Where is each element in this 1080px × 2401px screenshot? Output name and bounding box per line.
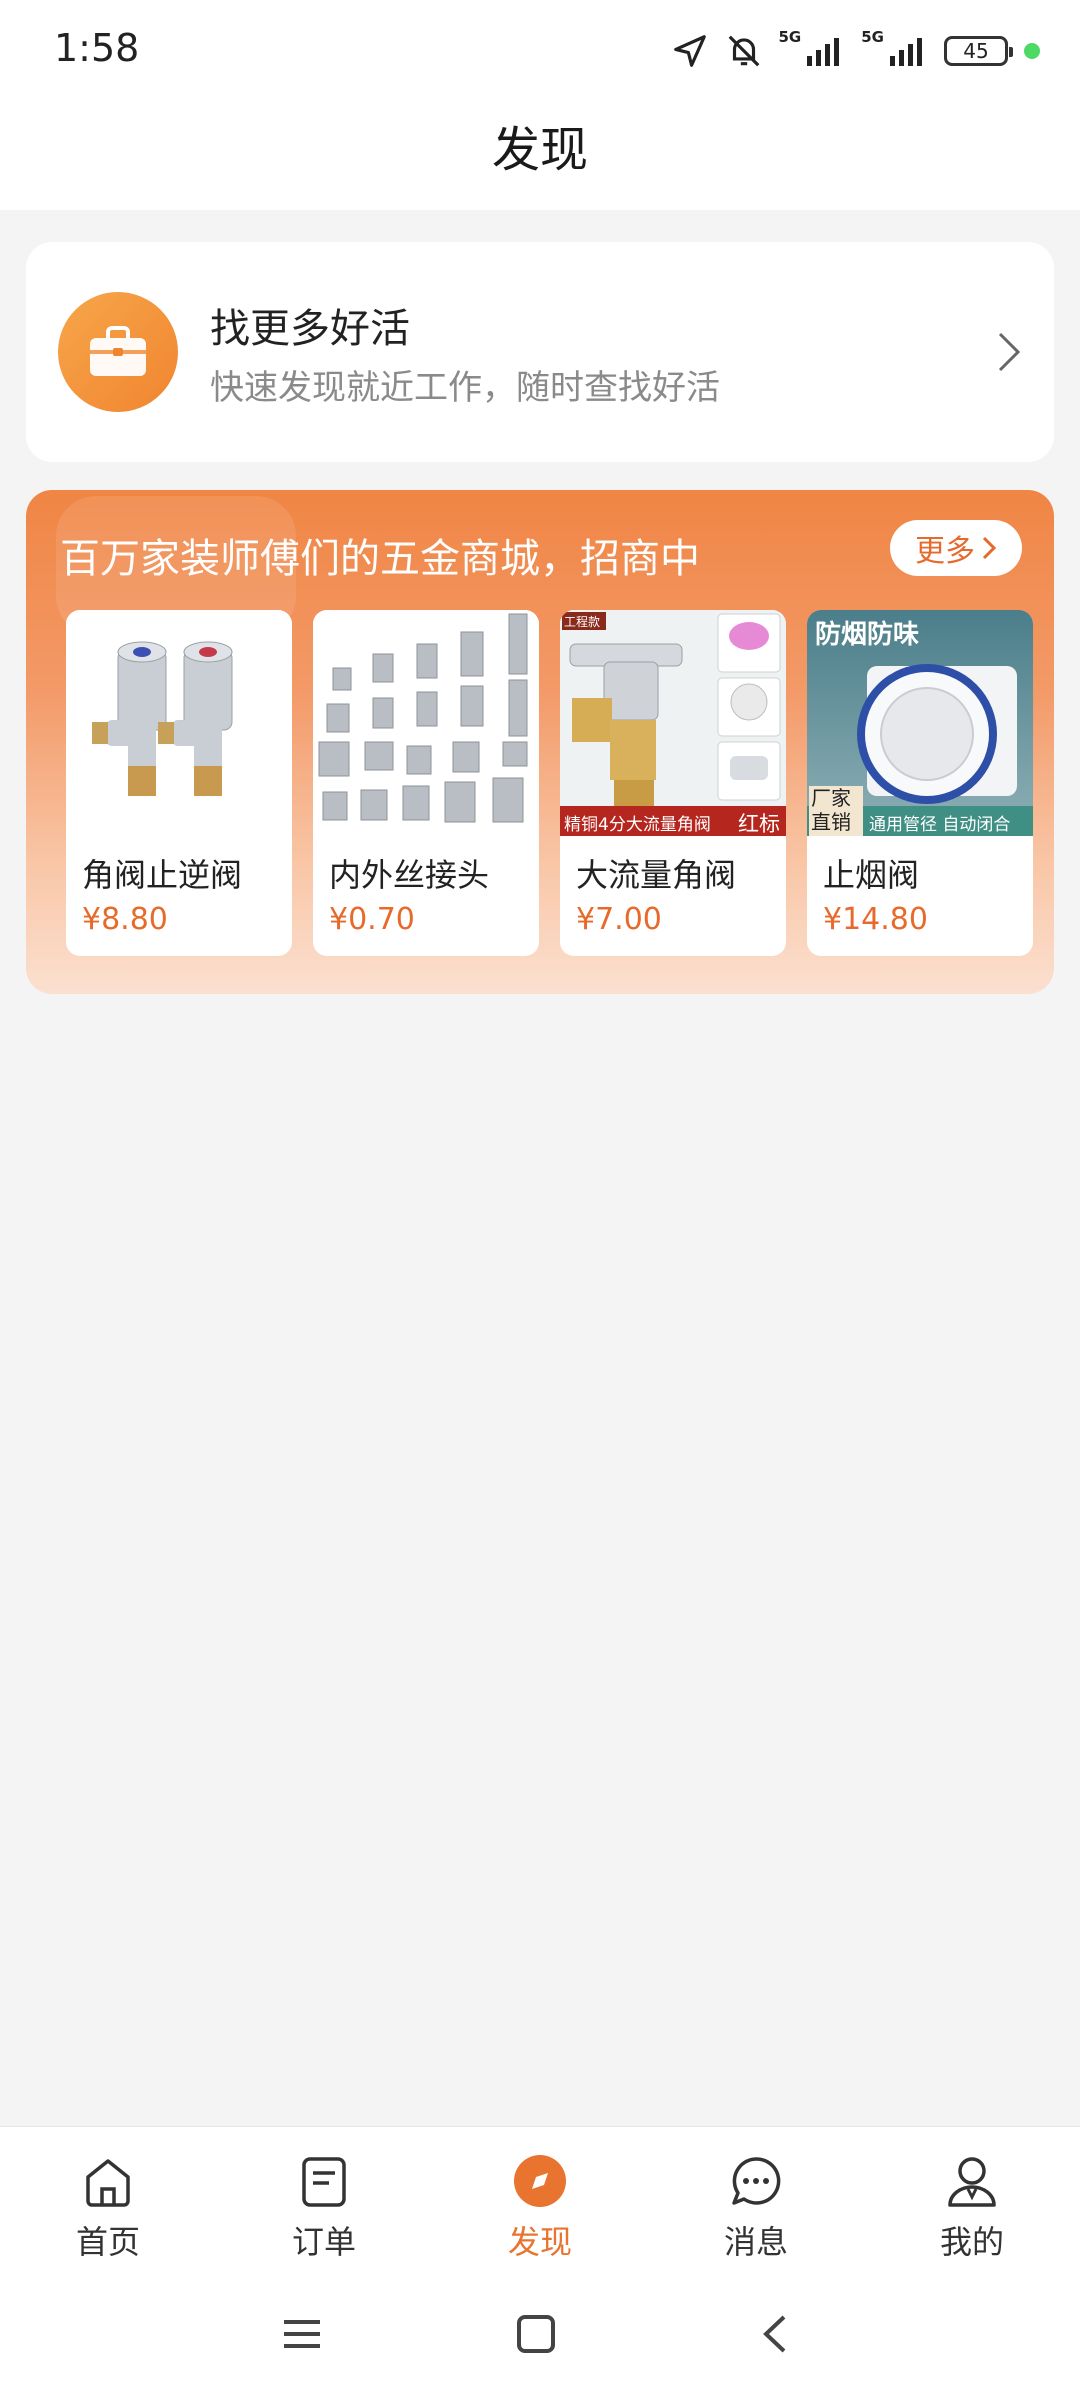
product-card[interactable]: 角阀止逆阀 ¥8.80 [66, 610, 292, 956]
product-image-smoke-valve: 防烟防味 厂家直销 通用管径 自动闭合 [807, 610, 1033, 836]
nav-item-orders[interactable]: 订单 [259, 2153, 389, 2265]
signal-icon-2 [890, 38, 922, 66]
product-image-heading: 防烟防味 [815, 620, 920, 650]
nav-label-messages: 消息 [723, 2223, 788, 2261]
system-navigation-bar [0, 2276, 1080, 2401]
location-icon [673, 35, 706, 67]
bottom-navigation: 首页 订单 发现 消息 我的 [0, 2126, 1080, 2276]
briefcase-icon [58, 292, 178, 412]
home-icon [86, 2159, 130, 2207]
menu-icon[interactable] [282, 2314, 322, 2354]
network-label-1: 5G [778, 28, 802, 46]
nav-label-discover: 发现 [507, 2223, 572, 2261]
product-image-left-tag: 厂家直销 [811, 786, 851, 834]
back-icon[interactable] [756, 2314, 796, 2354]
message-icon [732, 2157, 781, 2205]
job-card-subtitle: 快速发现就近工作，随时查找好活 [210, 368, 720, 408]
status-bar: 1:58 5G 5G 45 [0, 0, 1080, 100]
product-image-fittings [313, 610, 539, 836]
page-header: 发现 [0, 100, 1080, 210]
chevron-right-icon [982, 536, 997, 560]
privacy-indicator-dot [1024, 43, 1040, 59]
product-image-caption: 精铜4分大流量角阀 [564, 815, 711, 835]
nav-item-profile[interactable]: 我的 [907, 2153, 1037, 2265]
discover-compass-icon [514, 2155, 566, 2207]
more-button-label: 更多 [915, 534, 975, 569]
product-price: ¥0.70 [329, 902, 415, 937]
nav-item-discover[interactable]: 发现 [475, 2153, 605, 2265]
bell-muted-icon [728, 35, 759, 67]
product-card[interactable]: 工程款 精铜4分大流量角阀 红标 大流量角阀 ¥7.00 [560, 610, 786, 956]
nav-label-orders: 订单 [291, 2223, 356, 2261]
product-price: ¥8.80 [82, 902, 168, 937]
profile-icon [948, 2157, 996, 2207]
home-square-icon[interactable] [516, 2314, 556, 2354]
nav-item-home[interactable]: 首页 [43, 2153, 173, 2265]
product-image-badge: 红标 [738, 812, 780, 836]
nav-label-home: 首页 [75, 2223, 140, 2261]
nav-item-messages[interactable]: 消息 [691, 2153, 821, 2265]
product-list: 角阀止逆阀 ¥8.80 内外丝接头 ¥0.70 工程款 精铜4分大流量角阀 红标… [66, 610, 1034, 956]
status-icons: 5G 5G 45 [671, 28, 1040, 74]
network-label-2: 5G [861, 28, 884, 46]
product-name: 内外丝接头 [329, 856, 490, 894]
battery-indicator: 45 [944, 36, 1013, 66]
product-name: 止烟阀 [823, 856, 920, 894]
hardware-mall-section: 百万家装师傅们的五金商城，招商中 更多 角阀止逆阀 ¥8.80 内外丝接头 ¥0… [26, 490, 1054, 994]
page-title: 发现 [491, 122, 588, 178]
product-image-caption: 通用管径 自动闭合 [869, 815, 1011, 835]
order-icon [302, 2157, 346, 2207]
product-name: 角阀止逆阀 [82, 856, 243, 894]
product-card[interactable]: 防烟防味 厂家直销 通用管径 自动闭合 止烟阀 ¥14.80 [807, 610, 1033, 956]
product-image-tag: 工程款 [564, 615, 601, 629]
mall-title: 百万家装师傅们的五金商城，招商中 [60, 536, 700, 582]
product-price: ¥7.00 [576, 902, 662, 937]
status-time: 1:58 [54, 26, 140, 70]
product-image-high-flow-valve: 工程款 精铜4分大流量角阀 红标 [560, 610, 786, 836]
nav-label-profile: 我的 [939, 2223, 1004, 2261]
product-card[interactable]: 内外丝接头 ¥0.70 [313, 610, 539, 956]
product-name: 大流量角阀 [576, 856, 737, 894]
signal-icon [807, 38, 840, 66]
job-card-title: 找更多好活 [210, 306, 410, 352]
chevron-right-icon [998, 332, 1021, 372]
product-image-angle-valve [66, 610, 292, 836]
product-price: ¥14.80 [823, 902, 928, 937]
find-jobs-card[interactable]: 找更多好活 快速发现就近工作，随时查找好活 [26, 242, 1054, 462]
more-button[interactable]: 更多 [890, 520, 1022, 576]
